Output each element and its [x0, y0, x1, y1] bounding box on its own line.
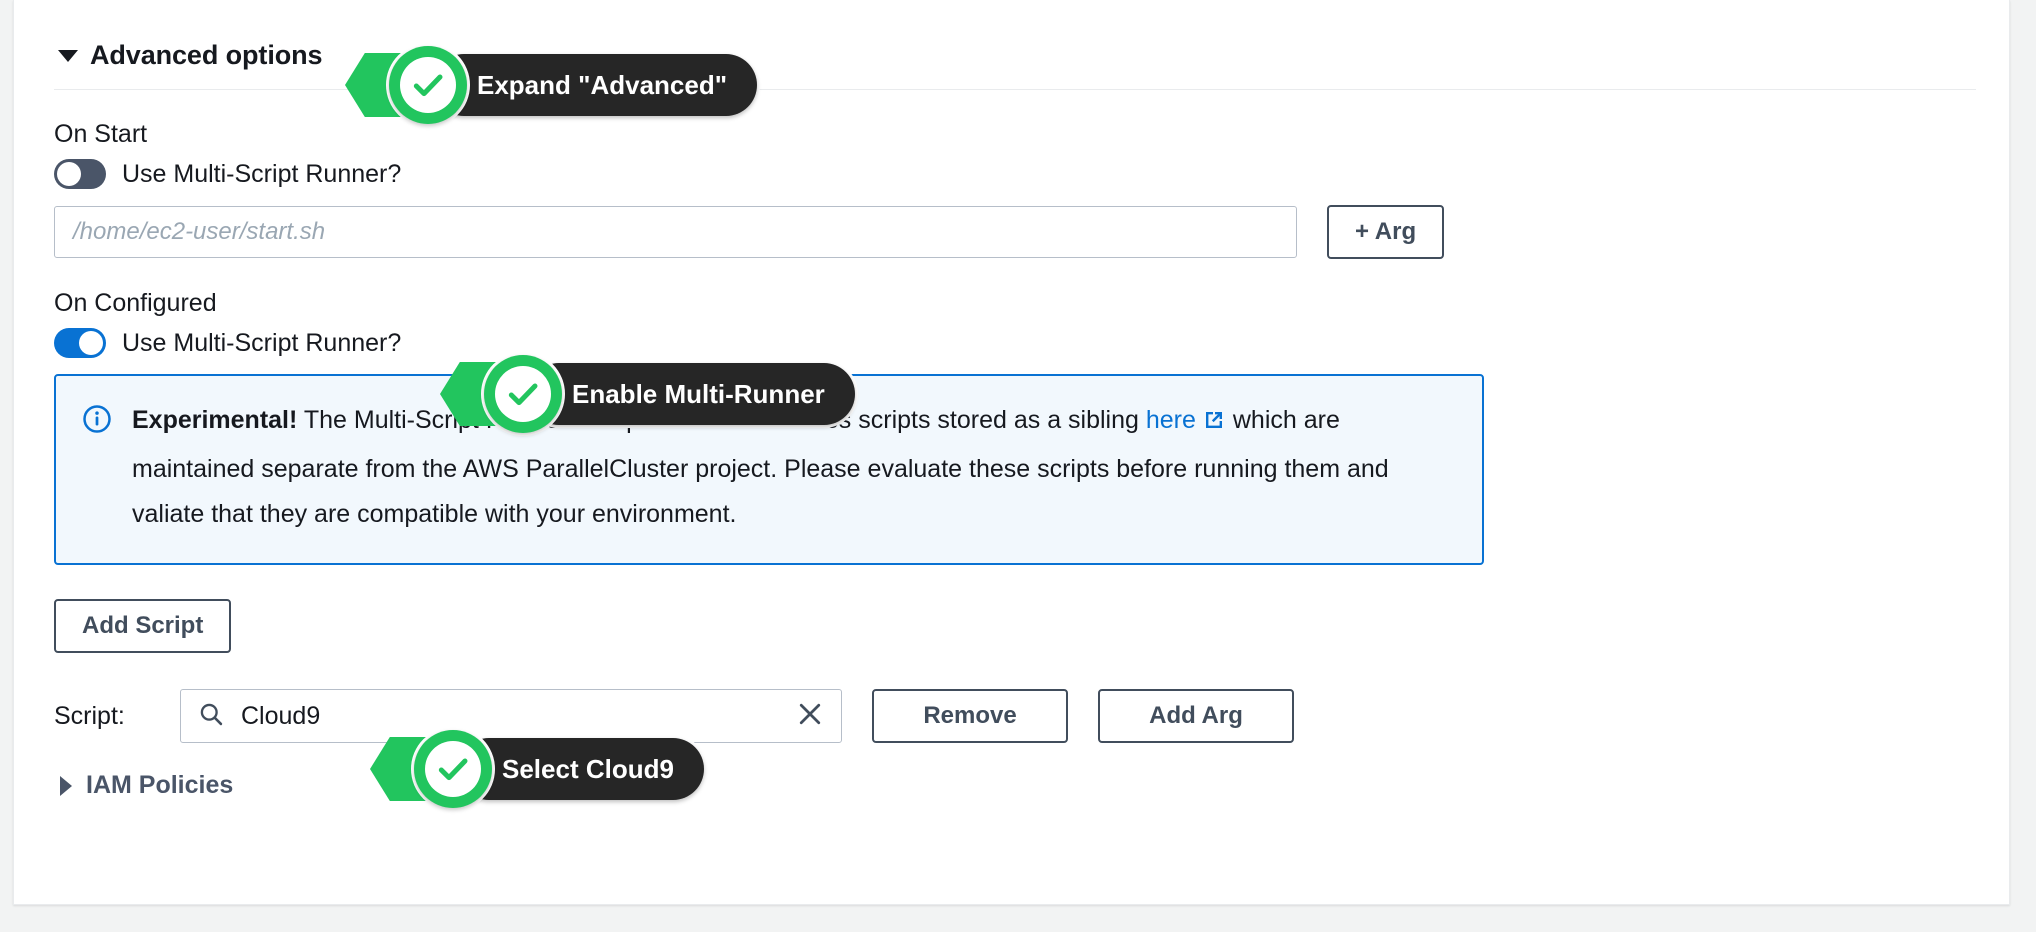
- toggle-knob: [57, 162, 81, 186]
- script-row: Script: Cloud9 Remove Add Arg: [54, 689, 1973, 743]
- advanced-options-header[interactable]: Advanced options: [54, 40, 1976, 90]
- iam-policies-header[interactable]: IAM Policies: [54, 771, 1973, 800]
- external-link-icon: [1202, 410, 1226, 438]
- info-circle-icon: [82, 404, 112, 537]
- on-configured-toggle-label: Use Multi-Script Runner?: [122, 328, 402, 357]
- search-icon: [197, 700, 225, 733]
- on-configured-toggle-row: Use Multi-Script Runner?: [54, 328, 1973, 358]
- experimental-alert-lead: The Multi-Script Runner is experimental …: [297, 406, 1146, 434]
- on-configured-multi-script-toggle[interactable]: [54, 328, 106, 358]
- iam-policies-title: IAM Policies: [86, 771, 234, 799]
- on-configured-label: On Configured: [54, 289, 217, 317]
- here-link[interactable]: here: [1146, 406, 1196, 434]
- script-select[interactable]: Cloud9: [180, 689, 842, 743]
- screen: Advanced options On Start Use Multi-Scri…: [0, 0, 2036, 932]
- advanced-options-card: Advanced options On Start Use Multi-Scri…: [13, 0, 2010, 905]
- chevron-down-icon: [58, 49, 78, 62]
- on-start-add-arg-button[interactable]: + Arg: [1327, 205, 1445, 259]
- script-select-value: Cloud9: [241, 701, 321, 730]
- on-start-toggle-row: Use Multi-Script Runner?: [54, 159, 1973, 189]
- on-start-toggle-label: Use Multi-Script Runner?: [122, 159, 402, 188]
- on-start-multi-script-toggle[interactable]: [54, 159, 106, 189]
- experimental-alert-text: Experimental! The Multi-Script Runner is…: [132, 398, 1456, 537]
- toggle-knob: [79, 331, 103, 355]
- experimental-alert: Experimental! The Multi-Script Runner is…: [54, 374, 1484, 565]
- add-script-wrap: Add Script: [54, 599, 1973, 653]
- on-start-script-path-placeholder: /home/ec2-user/start.sh: [73, 218, 326, 245]
- page-title: Advanced options: [90, 40, 323, 70]
- close-icon[interactable]: [795, 699, 825, 734]
- on-start-script-path-input[interactable]: /home/ec2-user/start.sh: [54, 206, 1297, 258]
- chevron-right-icon: [60, 775, 72, 796]
- on-start-input-row: /home/ec2-user/start.sh + Arg: [54, 205, 1973, 259]
- experimental-alert-strong: Experimental!: [132, 406, 298, 434]
- remove-script-button[interactable]: Remove: [872, 689, 1068, 743]
- script-label: Script:: [54, 701, 125, 730]
- card-content: Advanced options On Start Use Multi-Scri…: [14, 0, 2009, 904]
- add-script-button[interactable]: Add Script: [54, 599, 232, 653]
- on-start-label: On Start: [54, 120, 148, 148]
- script-add-arg-button[interactable]: Add Arg: [1098, 689, 1294, 743]
